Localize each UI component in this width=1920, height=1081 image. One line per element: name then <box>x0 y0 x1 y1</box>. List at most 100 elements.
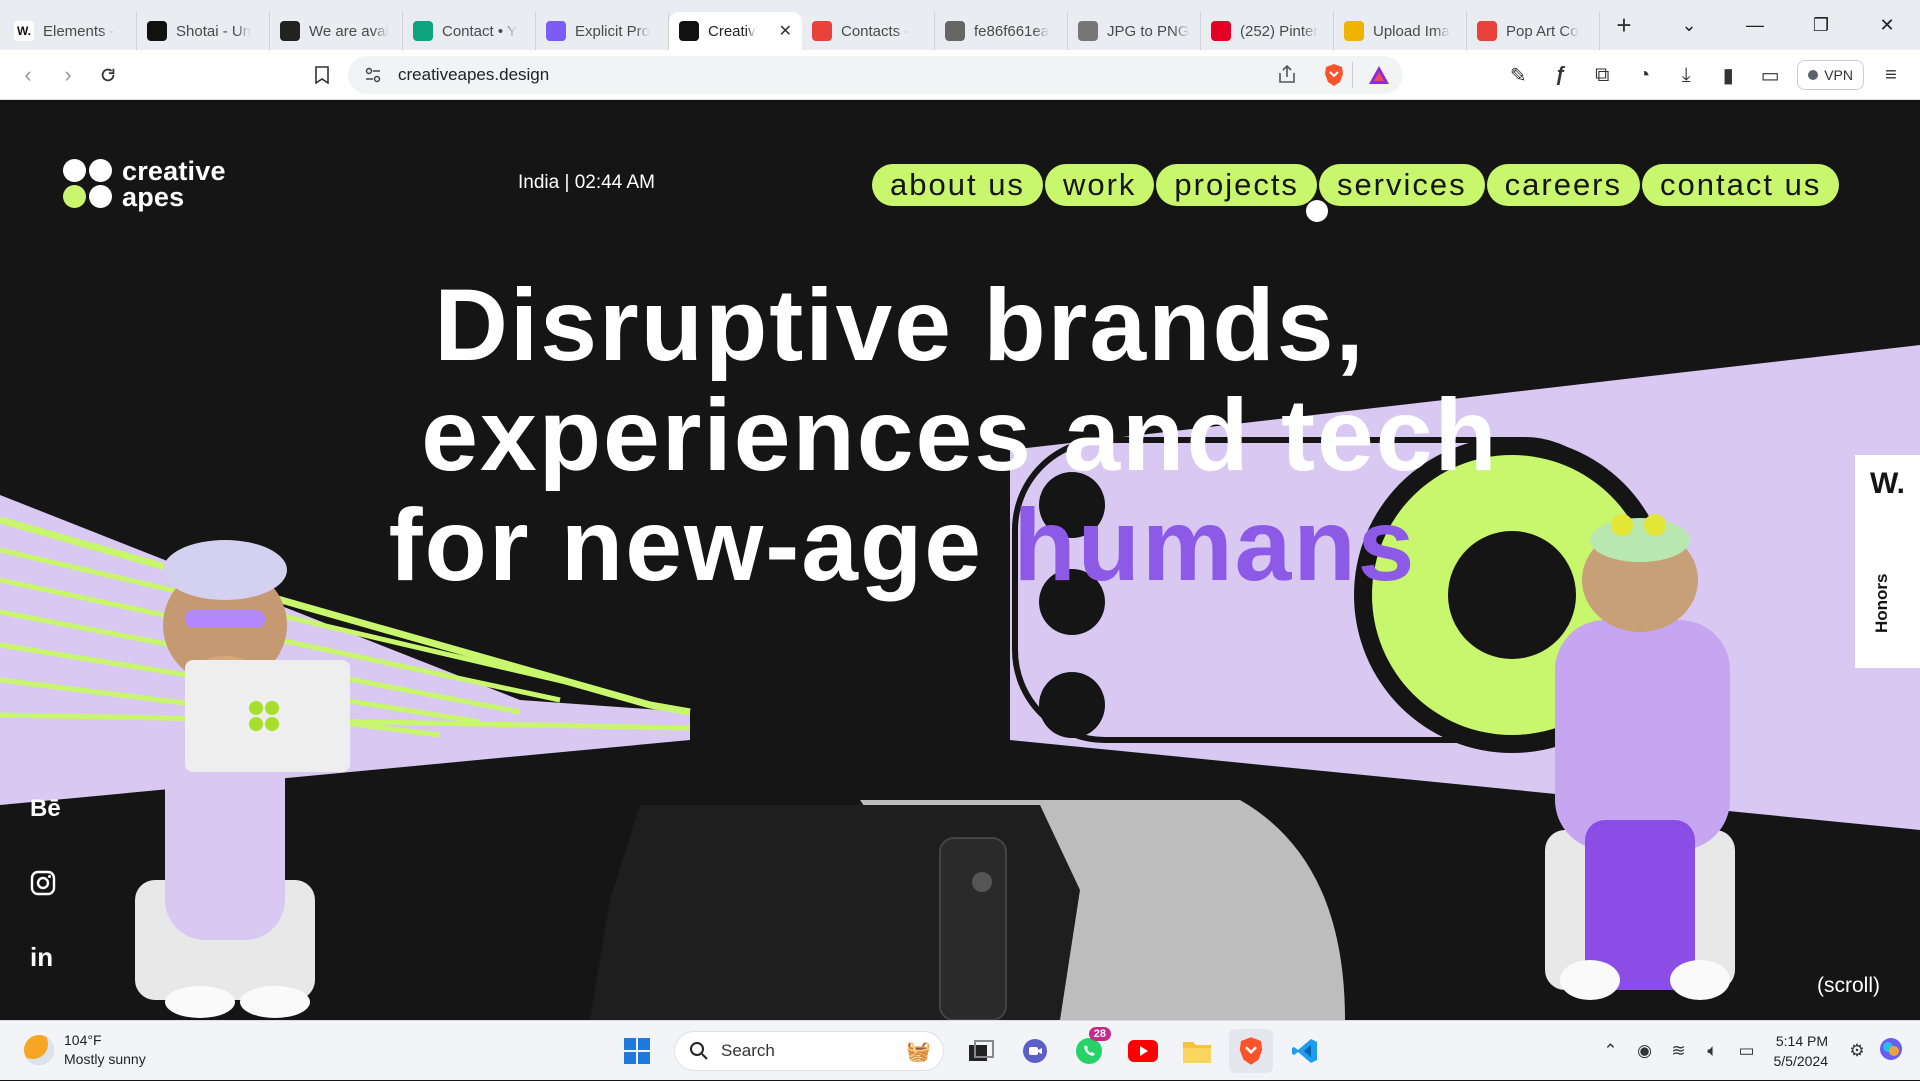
taskbar-search[interactable]: Search 🧺 <box>674 1031 944 1071</box>
instagram-icon <box>30 870 56 896</box>
browser-menu-icon[interactable]: ≡ <box>1870 54 1912 96</box>
url-text[interactable]: creativeapes.design <box>398 65 549 85</box>
browser-tab-strip: W.Elements -Shotai - UnWe are avai Contac… <box>0 0 1920 50</box>
instagram-link[interactable] <box>30 846 61 920</box>
file-explorer-button[interactable] <box>1175 1029 1219 1073</box>
start-button[interactable] <box>615 1029 659 1073</box>
brave-rewards-icon[interactable] <box>1367 64 1391 91</box>
forward-button[interactable]: › <box>48 55 88 95</box>
share-icon[interactable] <box>1276 63 1298 90</box>
reload-button[interactable] <box>88 55 128 95</box>
hero-headline: Disruptive brands, experiences and tech … <box>0 270 1920 600</box>
copilot-icon[interactable] <box>1876 1036 1906 1067</box>
linkedin-link[interactable]: in <box>30 920 61 994</box>
browser-tab[interactable]: Explicit Pro <box>536 12 669 50</box>
tab-label: Contact • Y <box>442 23 517 40</box>
downloads-icon[interactable]: ⤓ <box>1665 54 1707 96</box>
browser-tab[interactable]: Contacts - <box>802 12 935 50</box>
weather-widget[interactable]: 104°F Mostly sunny <box>24 1031 146 1069</box>
taskbar-date: 5/5/2024 <box>1774 1051 1829 1071</box>
explicit-purple-icon <box>546 21 566 41</box>
font-extension-icon[interactable]: ƒ <box>1539 54 1581 96</box>
taskbar-clock[interactable]: 5:14 PM 5/5/2024 <box>1774 1031 1829 1071</box>
volume-icon[interactable]: 🔈︎ <box>1698 1041 1728 1061</box>
show-hidden-icons-chevron[interactable]: ⌃ <box>1596 1041 1626 1061</box>
vpn-status-dot <box>1808 70 1818 80</box>
tab-search-chevron-icon[interactable]: ⌄ <box>1656 15 1722 36</box>
back-button[interactable]: ‹ <box>8 55 48 95</box>
envato-icon <box>280 21 300 41</box>
browser-tab[interactable]: (252) Pinter <box>1201 12 1334 50</box>
wifi-icon[interactable]: ≋ <box>1664 1041 1694 1061</box>
tab-label: (252) Pinter <box>1240 23 1318 40</box>
browser-tab[interactable]: Creativ ✕ <box>669 12 802 50</box>
honors-w-mark: W. <box>1855 467 1920 501</box>
network-alert-icon[interactable]: ◉ <box>1630 1041 1660 1061</box>
browser-tab[interactable]: Upload Ima <box>1334 12 1467 50</box>
whatsapp-badge: 28 <box>1089 1027 1111 1041</box>
tab-label: Contacts - <box>841 23 909 40</box>
linkedin-icon: in <box>30 942 53 973</box>
minimize-button[interactable]: — <box>1722 15 1788 36</box>
vpn-button[interactable]: VPN <box>1797 60 1864 90</box>
leo-ai-icon[interactable]: ◔ <box>1623 54 1665 96</box>
hero-line-1: Disruptive brands, <box>0 270 1920 380</box>
shotai-icon <box>147 21 167 41</box>
upload-yellow-icon <box>1344 21 1364 41</box>
hero-line-3: for new-age humans <box>0 490 1920 600</box>
tab-label: Explicit Pro <box>575 23 650 40</box>
website-page: creative apes India | 02:44 AM about us … <box>0 100 1920 1020</box>
tab-label: Creativ <box>708 23 756 40</box>
vscode-icon <box>1291 1037 1319 1065</box>
brave-shields-icon[interactable] <box>1323 63 1345 92</box>
bookmark-icon <box>315 66 329 84</box>
browser-tab[interactable]: Shotai - Un <box>137 12 270 50</box>
battery-icon[interactable]: ▭ <box>1732 1041 1762 1061</box>
hero-line-2: experiences and tech <box>0 380 1920 490</box>
brave-icon <box>1237 1036 1265 1066</box>
brave-browser-button[interactable] <box>1229 1029 1273 1073</box>
weather-desc: Mostly sunny <box>64 1050 146 1069</box>
phone-camera <box>972 872 992 892</box>
tab-label: Elements - <box>43 23 115 40</box>
restore-button[interactable]: ❐ <box>1788 15 1854 36</box>
browser-tab[interactable]: JPG to PNG <box>1068 12 1201 50</box>
eyedropper-extension-icon[interactable]: ✎ <box>1497 54 1539 96</box>
new-tab-button[interactable]: + <box>1604 5 1644 45</box>
social-links: Bē in <box>30 772 61 994</box>
notifications-icon[interactable]: ⚙︎ <box>1842 1041 1872 1061</box>
honors-awwwards-badge[interactable]: W. Honors <box>1855 455 1920 668</box>
window-controls: ⌄ — ❐ ✕ <box>1656 0 1920 50</box>
browser-tab[interactable]: W.Elements - <box>4 12 137 50</box>
browser-tab[interactable]: Pop Art Co <box>1467 12 1600 50</box>
vscode-button[interactable] <box>1283 1029 1327 1073</box>
pinterest-icon <box>1211 21 1231 41</box>
extensions-puzzle-icon[interactable]: ⧉ <box>1581 54 1623 96</box>
site-settings-icon[interactable] <box>364 66 382 84</box>
extensions-area: ✎ ƒ ⧉ ◔ ⤓ ▮ ▭ VPN ≡ <box>1497 50 1920 100</box>
smartphone-shape <box>940 838 1006 1020</box>
bookmark-button[interactable] <box>302 55 342 95</box>
vpn-label: VPN <box>1824 67 1853 83</box>
globe-icon <box>945 21 965 41</box>
behance-link[interactable]: Bē <box>30 772 61 846</box>
folder-icon <box>1182 1038 1212 1064</box>
windows-logo-icon <box>623 1037 651 1065</box>
sidebar-toggle-icon[interactable]: ▮ <box>1707 54 1749 96</box>
meet-app-button[interactable] <box>1013 1029 1057 1073</box>
reload-icon <box>99 66 117 84</box>
browser-tab[interactable]: We are avai <box>270 12 403 50</box>
browser-tab[interactable]: fe86f661ea <box>935 12 1068 50</box>
task-view-button[interactable] <box>959 1029 1003 1073</box>
close-window-button[interactable]: ✕ <box>1854 15 1920 36</box>
browser-tab[interactable]: Contact • Y <box>403 12 536 50</box>
search-label: Search <box>721 1041 775 1061</box>
address-bar[interactable]: creativeapes.design <box>348 56 1403 94</box>
creative-apes-icon <box>679 21 699 41</box>
tab-close-icon[interactable]: ✕ <box>773 21 792 41</box>
behance-icon: Bē <box>30 795 61 823</box>
wallet-icon[interactable]: ▭ <box>1749 54 1791 96</box>
whatsapp-button[interactable]: 28 <box>1067 1029 1111 1073</box>
partly-sunny-icon <box>24 1035 54 1065</box>
youtube-button[interactable] <box>1121 1029 1165 1073</box>
